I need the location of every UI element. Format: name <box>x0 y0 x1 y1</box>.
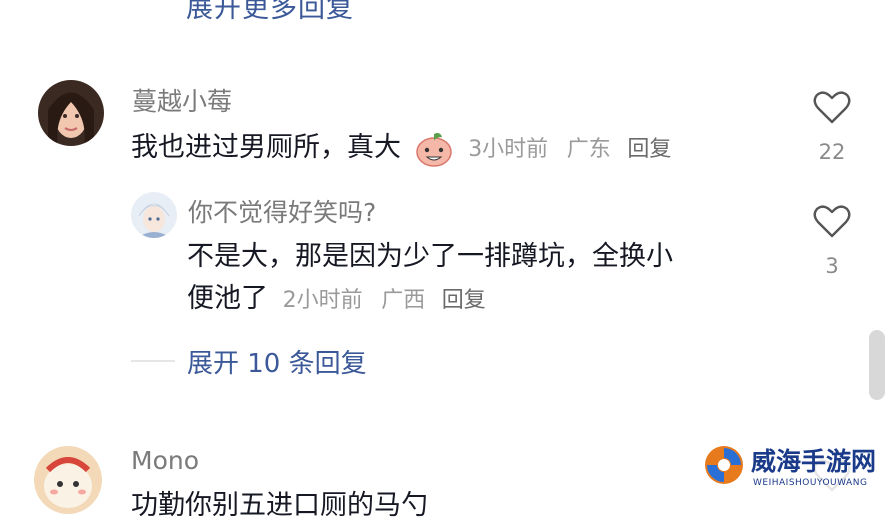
reply-user-avatar-image <box>131 192 177 238</box>
comment-author-name[interactable]: 蔓越小莓 <box>132 82 232 118</box>
like-button[interactable] <box>812 88 852 128</box>
next-comment-text: 功勤你别五进口厕的马勺 <box>131 490 428 521</box>
reply-text-line2-row: 便池了 2小时前 广西 回复 <box>187 277 486 323</box>
comment-reply-button[interactable]: 回复 <box>627 137 671 162</box>
reply-avatar[interactable] <box>131 192 177 238</box>
reply-location: 广西 <box>381 288 426 313</box>
expand-divider <box>131 360 175 362</box>
watermark-title: 威海手游网 <box>751 447 877 476</box>
reply-reply-button[interactable]: 回复 <box>442 288 486 313</box>
heart-icon <box>813 205 851 238</box>
reply-like-button[interactable] <box>812 202 852 242</box>
next-comment-avatar[interactable] <box>34 446 102 514</box>
next-comment-author-name[interactable]: Mono <box>131 446 199 475</box>
watermark-subtitle: WEIHAISHOUYOUWANG <box>753 478 868 488</box>
avatar[interactable] <box>38 80 104 146</box>
user-avatar-image <box>38 80 104 146</box>
comment-text-body: 我也进过男厕所，真大 <box>131 132 401 163</box>
reply-author-name[interactable]: 你不觉得好笑吗? <box>188 193 376 229</box>
comment-text: 我也进过男厕所，真大 3小时前 广东 回复 <box>131 126 671 172</box>
reply-time: 2小时前 <box>282 288 363 313</box>
scrollbar-thumb[interactable] <box>869 330 885 400</box>
reply-text-line1: 不是大，那是因为少了一排蹲坑，全换小 <box>187 241 673 272</box>
site-watermark: 威海手游网 WEIHAISHOUYOUWANG <box>699 438 885 496</box>
expand-replies-button[interactable]: 展开 10 条回复 <box>187 343 367 380</box>
reply-like-count: 3 <box>825 254 839 278</box>
comment-location: 广东 <box>566 137 611 162</box>
like-count: 22 <box>818 140 846 164</box>
expand-more-replies-link[interactable]: 展开更多回复 <box>186 0 354 25</box>
reply-text-line2: 便池了 <box>187 283 268 314</box>
comment-time: 3小时前 <box>468 137 549 162</box>
next-user-avatar-image <box>34 446 102 514</box>
heart-icon <box>813 91 851 124</box>
emoji-sticker-icon <box>414 129 454 169</box>
watermark-logo-icon <box>705 446 743 484</box>
